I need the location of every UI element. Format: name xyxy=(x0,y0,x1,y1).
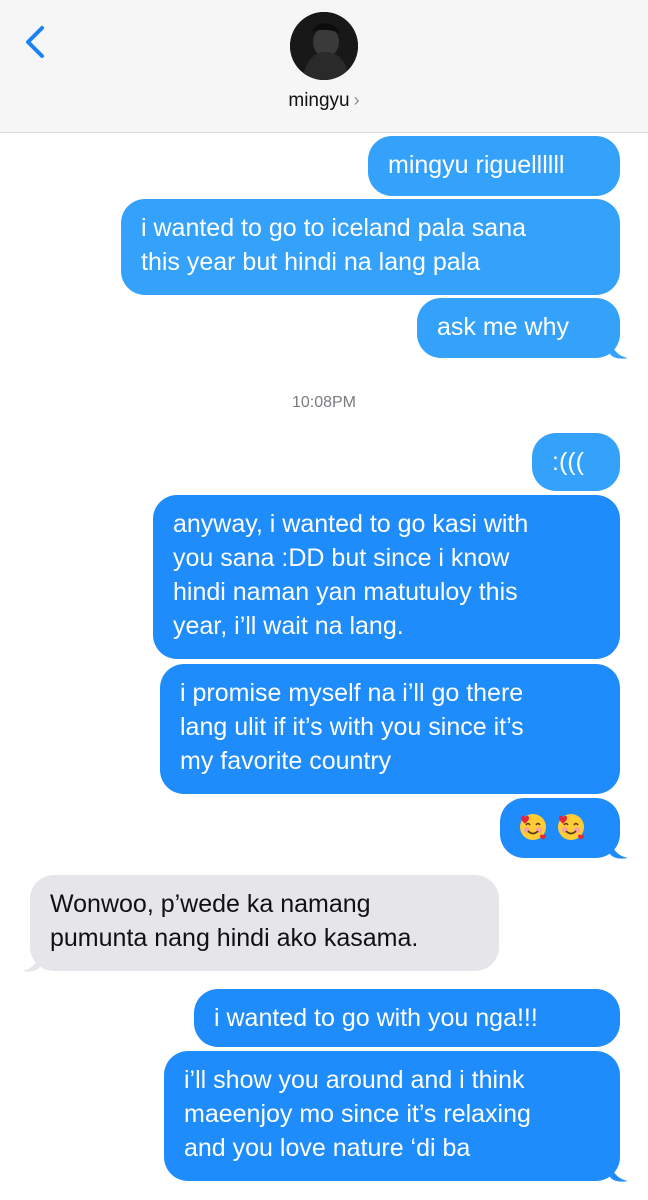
message-line: anyway, i wanted to go kasi with xyxy=(173,510,529,538)
message-bubble-sent[interactable] xyxy=(500,798,620,858)
chevron-right-icon: › xyxy=(353,90,360,110)
smiling-face-with-hearts-icon xyxy=(520,814,546,840)
message-line: this year but hindi na lang pala xyxy=(141,248,481,276)
message-line: maeenjoy mo since it’s relaxing xyxy=(184,1100,531,1128)
bubble-tail xyxy=(22,951,40,972)
message-line: pumunta nang hindi ako kasama. xyxy=(50,924,419,952)
bubble-tail xyxy=(610,338,628,359)
contact-avatar[interactable] xyxy=(290,12,358,80)
message-line: i promise myself na i’ll go there xyxy=(180,679,524,707)
smiling-face-with-hearts-icon xyxy=(558,814,584,840)
message-text: mingyu riguellllll xyxy=(388,151,565,179)
contact-name-button[interactable]: mingyu › xyxy=(0,90,648,112)
message-line: i wanted to go to iceland pala sana xyxy=(141,214,526,242)
contact-name: mingyu xyxy=(288,90,350,111)
message-line: and you love nature ‘di ba xyxy=(184,1134,471,1162)
message-line: you sana :DD but since i know xyxy=(173,544,510,572)
message-line: my favorite country xyxy=(180,747,392,775)
message-text: i wanted to go with you nga!!! xyxy=(214,1004,538,1032)
message-bubble-sent[interactable]: ask me why xyxy=(417,298,620,358)
message-bubble-sent[interactable]: i wanted to go with you nga!!! xyxy=(194,989,620,1047)
message-line: i’ll show you around and i think xyxy=(184,1066,525,1094)
message-text: :((( xyxy=(552,448,584,476)
bubble-tail xyxy=(610,1161,628,1182)
message-line: hindi naman yan matutuloy this xyxy=(173,578,518,606)
message-bubble-sent[interactable]: i’ll show you around and i think maeenjo… xyxy=(164,1051,620,1181)
message-line: lang ulit if it’s with you since it’s xyxy=(180,713,524,741)
message-bubble-sent[interactable]: i wanted to go to iceland pala sana this… xyxy=(121,199,620,295)
message-line: Wonwoo, p’wede ka namang xyxy=(50,890,371,918)
message-text: ask me why xyxy=(437,313,569,341)
message-bubble-sent[interactable]: mingyu riguellllll xyxy=(368,136,620,196)
back-chevron-icon[interactable] xyxy=(14,20,58,64)
message-bubble-sent[interactable]: i promise myself na i’ll go there lang u… xyxy=(160,664,620,794)
message-bubble-sent[interactable]: anyway, i wanted to go kasi with you san… xyxy=(153,495,620,659)
conversation-header: mingyu › xyxy=(0,0,648,133)
timestamp: 10:08PM xyxy=(291,394,357,411)
message-bubble-received[interactable]: Wonwoo, p’wede ka namang pumunta nang hi… xyxy=(30,875,499,971)
message-line: year, i’ll wait na lang. xyxy=(173,612,404,640)
message-bubble-sent[interactable]: :((( xyxy=(532,433,620,491)
bubble-tail xyxy=(610,838,628,859)
